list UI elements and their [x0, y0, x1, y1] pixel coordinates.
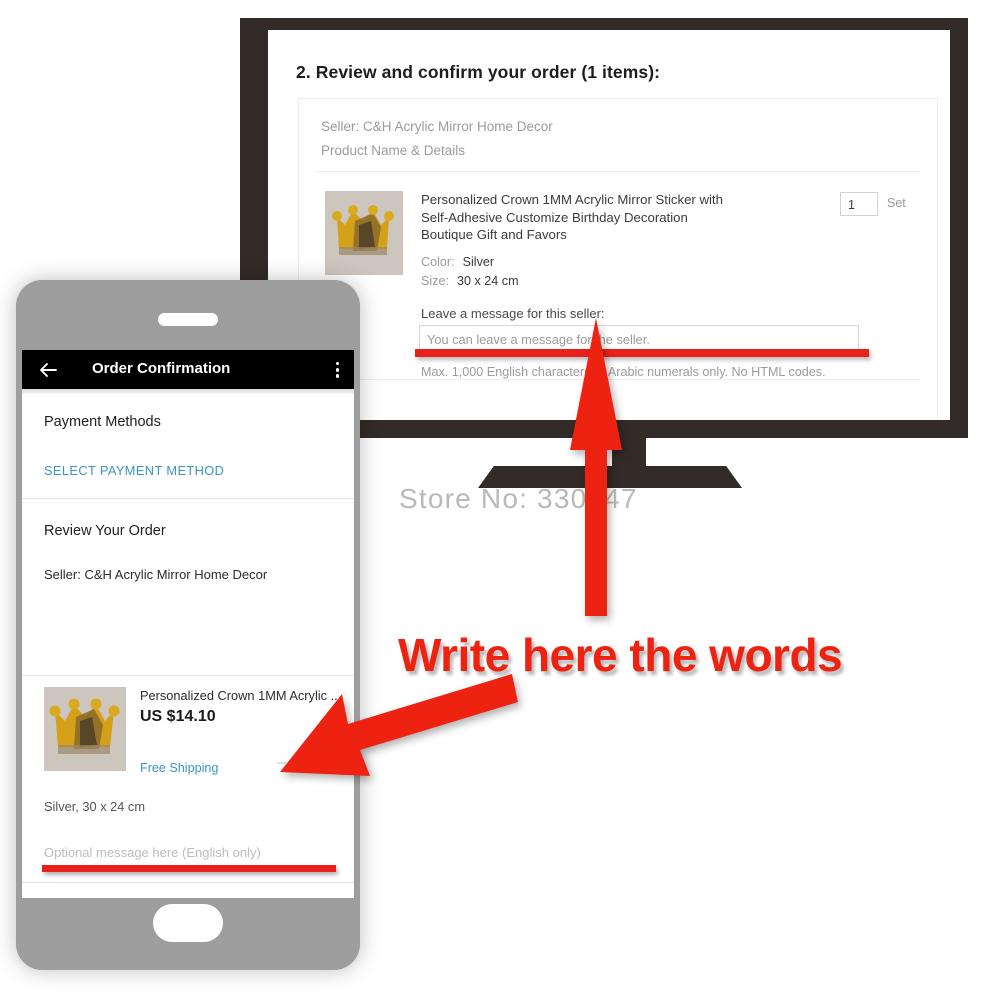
overflow-menu-icon[interactable]	[336, 362, 340, 378]
app-bar-title: Order Confirmation	[92, 360, 231, 377]
phone-speaker	[158, 313, 218, 326]
color-label: Color:	[421, 255, 455, 269]
page-title: 2. Review and confirm your order (1 item…	[296, 62, 661, 82]
crown-product-image	[44, 687, 126, 771]
highlight-underline-desktop	[415, 349, 869, 357]
annotation-arrow-up	[570, 318, 622, 616]
size-value: 30 x 24 cm	[457, 274, 519, 288]
subtotal-value: US $14.10	[274, 897, 334, 898]
product-color-attr: Color: Silver	[421, 255, 494, 269]
phone-seller-name: Seller: C&H Acrylic Mirror Home Decor	[44, 567, 268, 582]
phone-message-input[interactable]: Optional message here (English only)	[44, 845, 261, 860]
back-arrow-icon[interactable]	[38, 360, 58, 380]
divider	[22, 882, 354, 883]
size-label: Size:	[421, 274, 449, 288]
product-title[interactable]: Personalized Crown 1MM Acrylic Mirror St…	[421, 191, 733, 244]
quantity-input[interactable]: 1	[840, 192, 878, 216]
payment-methods-heading: Payment Methods	[44, 414, 161, 430]
subtotal-label: Subtotal:	[44, 897, 94, 898]
annotation-callout-text: Write here the words	[398, 629, 843, 681]
seller-name: Seller: C&H Acrylic Mirror Home Decor	[321, 119, 553, 134]
annotation-arrow-diagonal	[280, 674, 518, 776]
free-shipping-label[interactable]: Free Shipping	[140, 761, 218, 775]
app-bar: Order Confirmation	[22, 350, 354, 389]
phone-home-button[interactable]	[153, 904, 223, 942]
divider	[315, 171, 921, 172]
divider	[22, 502, 354, 503]
product-thumbnail[interactable]	[325, 191, 403, 275]
phone-screen: Order Confirmation Payment Methods SELEC…	[22, 350, 354, 898]
product-thumbnail[interactable]	[44, 687, 126, 771]
app-bar-shadow	[22, 389, 354, 394]
select-payment-method-link[interactable]: SELECT PAYMENT METHOD	[44, 463, 224, 478]
divider	[22, 498, 354, 499]
quantity-unit-label: Set	[887, 196, 906, 210]
product-size-attr: Size: 30 x 24 cm	[421, 274, 519, 288]
color-value: Silver	[462, 255, 495, 269]
phone-mockup: Order Confirmation Payment Methods SELEC…	[16, 280, 360, 970]
column-header-product: Product Name & Details	[321, 143, 466, 158]
crown-product-image	[325, 191, 403, 275]
review-order-heading: Review Your Order	[44, 523, 166, 539]
phone-variant-summary: Silver, 30 x 24 cm	[44, 799, 145, 814]
phone-product-price: US $14.10	[140, 708, 216, 725]
highlight-underline-phone	[42, 865, 336, 872]
